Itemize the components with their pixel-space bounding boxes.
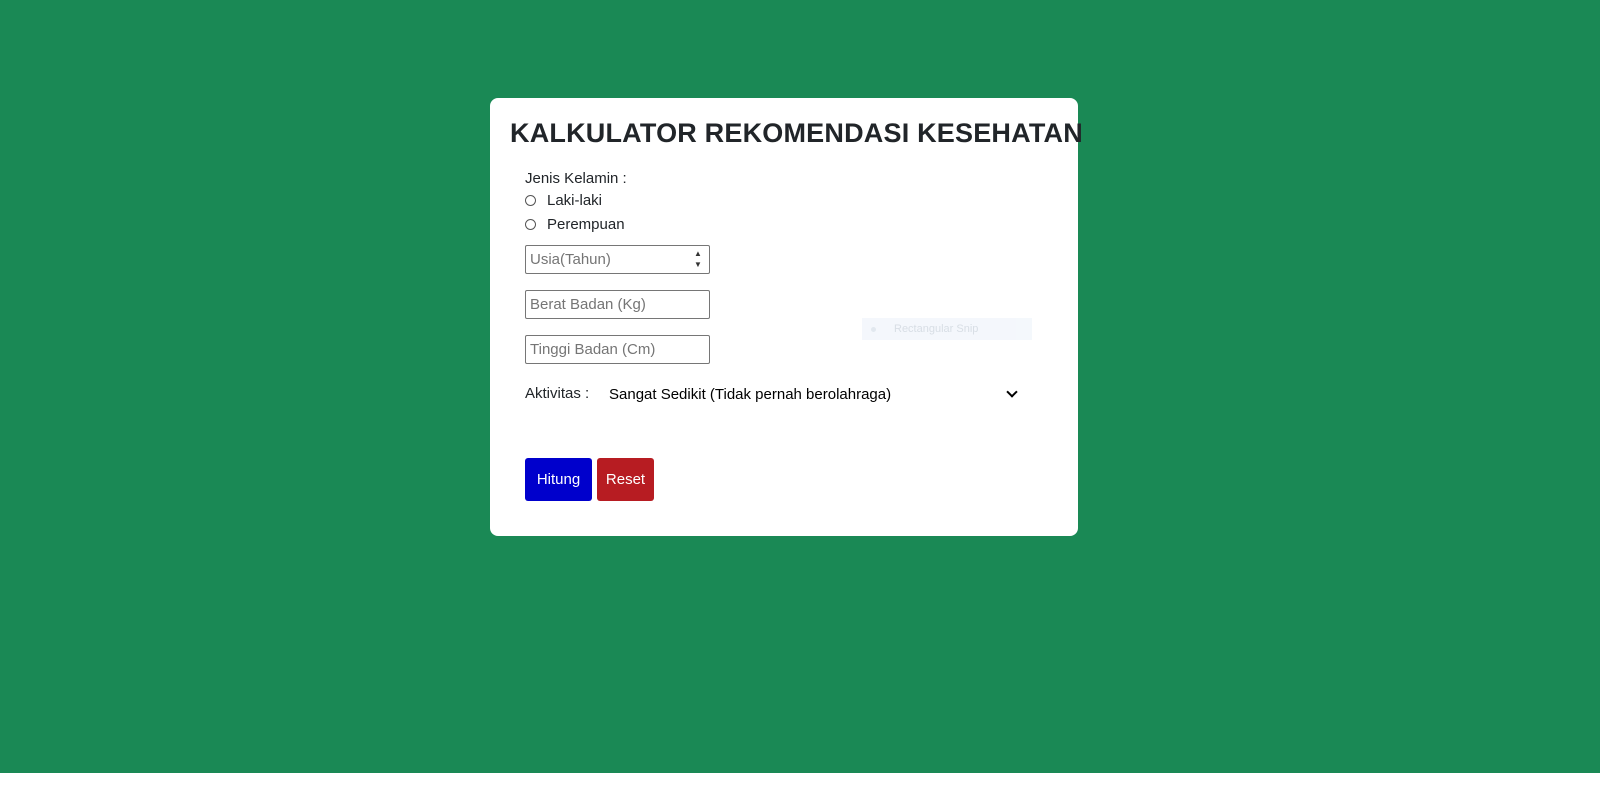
- gender-label: Jenis Kelamin :: [525, 170, 627, 187]
- calculate-button[interactable]: Hitung: [525, 458, 592, 501]
- age-input[interactable]: [525, 245, 710, 274]
- activity-selected-value[interactable]: Sangat Sedikit (Tidak pernah berolahraga…: [609, 386, 891, 403]
- gender-option-female[interactable]: Perempuan: [525, 216, 625, 233]
- gender-option-male[interactable]: Laki-laki: [525, 192, 602, 209]
- radio-male[interactable]: [525, 195, 536, 206]
- reset-button[interactable]: Reset: [597, 458, 654, 501]
- snip-icon: [871, 326, 876, 332]
- spin-down-icon[interactable]: ▼: [694, 260, 702, 270]
- bottom-strip: [0, 773, 1600, 790]
- chevron-down-icon[interactable]: [1006, 386, 1018, 398]
- spin-up-icon[interactable]: ▲: [694, 249, 702, 259]
- snip-tooltip-label: Rectangular Snip: [894, 323, 979, 335]
- radio-female[interactable]: [525, 219, 536, 230]
- calculator-card: KALKULATOR REKOMENDASI KESEHATAN Jenis K…: [490, 98, 1083, 536]
- weight-input[interactable]: [525, 290, 710, 319]
- radio-female-label[interactable]: Perempuan: [547, 216, 625, 233]
- age-spinner[interactable]: ▲ ▼: [691, 249, 705, 270]
- activity-label: Aktivitas :: [525, 385, 590, 402]
- page-title: KALKULATOR REKOMENDASI KESEHATAN: [510, 118, 1083, 148]
- radio-male-label[interactable]: Laki-laki: [547, 192, 602, 209]
- height-input[interactable]: [525, 335, 710, 364]
- snip-tooltip: Rectangular Snip: [862, 318, 1032, 340]
- activity-select[interactable]: Sangat Sedikit (Tidak pernah berolahraga…: [609, 380, 1019, 408]
